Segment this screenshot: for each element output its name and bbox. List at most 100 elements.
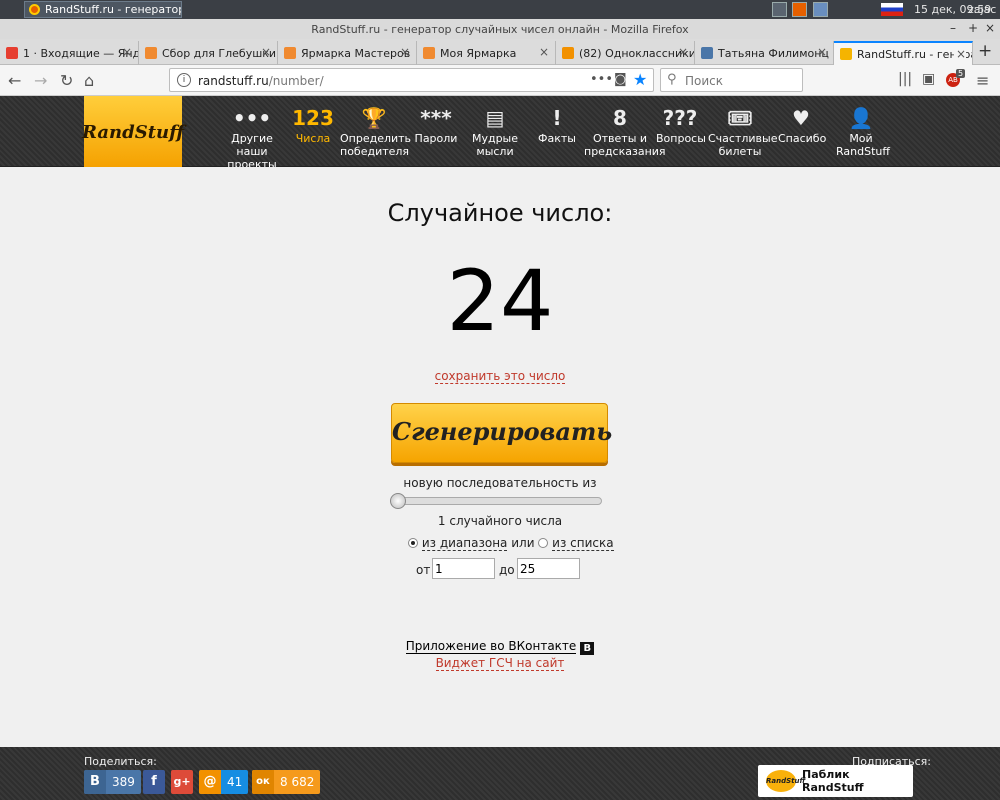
tab-odnoklassniki[interactable]: (82) Одноклассники × bbox=[556, 41, 695, 65]
vk-favicon-icon bbox=[701, 47, 713, 59]
tab-close-icon[interactable]: × bbox=[537, 45, 549, 59]
new-tab-icon[interactable]: + bbox=[978, 41, 992, 61]
menu-lucky-tickets[interactable]: 🎟 Счастливые билеты bbox=[708, 96, 778, 167]
window-title: RandStuff.ru - генератор случайных чисел… bbox=[311, 23, 689, 36]
tab-randstuff[interactable]: RandStuff.ru - генера × bbox=[834, 41, 973, 65]
share-count: 41 bbox=[227, 775, 243, 789]
menu-label: Ответы и предсказания bbox=[584, 132, 666, 158]
tab-label: Моя Ярмарка bbox=[440, 46, 517, 60]
file-manager-icon[interactable] bbox=[813, 2, 828, 17]
menu-questions[interactable]: ??? Вопросы bbox=[656, 96, 706, 167]
menu-answers-predictions[interactable]: 8 Ответы и предсказания bbox=[584, 96, 666, 167]
tab-vk[interactable]: Татьяна Филимонц × bbox=[695, 41, 834, 65]
forward-arrow-icon[interactable]: → bbox=[34, 71, 47, 90]
url-bar[interactable]: i randstuff.ru/number/ ••• ◙ ★ bbox=[169, 68, 654, 92]
randstuff-logo[interactable]: RandStuff bbox=[82, 96, 184, 168]
menu-label: Числа bbox=[295, 132, 331, 145]
calculator-icon[interactable] bbox=[772, 2, 787, 17]
share-google-plus-button[interactable]: g+ bbox=[171, 770, 193, 794]
minimize-icon[interactable]: – bbox=[950, 21, 956, 35]
menu-other-projects[interactable]: ••• Другие наши проекты bbox=[218, 96, 286, 171]
tab-close-icon[interactable]: × bbox=[398, 45, 410, 59]
google-plus-icon: g+ bbox=[173, 775, 191, 788]
share-count: 8 682 bbox=[280, 775, 315, 789]
firefox-launcher-icon[interactable] bbox=[792, 2, 807, 17]
count-slider[interactable] bbox=[390, 493, 602, 509]
hamburger-menu-icon[interactable]: ≡ bbox=[976, 71, 989, 90]
menu-label: Вопросы bbox=[656, 132, 706, 145]
maximize-icon[interactable]: + bbox=[968, 21, 978, 35]
library-icon[interactable]: ||| bbox=[898, 71, 912, 87]
home-icon[interactable]: ⌂ bbox=[84, 71, 94, 90]
browser-tab-bar: 1 · Входящие — Янд × Сбор для Глебушки ×… bbox=[0, 39, 1000, 65]
main-content: Случайное число: 24 сохранить это число … bbox=[0, 167, 1000, 747]
save-number-link[interactable]: сохранить это число bbox=[434, 369, 566, 384]
search-box[interactable]: ⚲ Поиск bbox=[660, 68, 803, 92]
page-title: Случайное число: bbox=[387, 199, 613, 227]
back-arrow-icon[interactable]: ← bbox=[8, 71, 21, 90]
tab-label: Ярмарка Мастеров bbox=[301, 46, 411, 60]
randstuff-badge-logo: RandStuff bbox=[766, 770, 805, 792]
vk-app-link[interactable]: Приложение во ВКонтакте bbox=[405, 639, 577, 654]
page-actions-icon[interactable]: ••• bbox=[590, 72, 613, 87]
tab-close-icon[interactable]: × bbox=[120, 45, 132, 59]
share-mailru-button[interactable]: @ 41 bbox=[199, 770, 249, 794]
mail-favicon-icon bbox=[6, 47, 18, 59]
keyboard-layout-flag-icon[interactable] bbox=[881, 3, 903, 16]
bookmark-star-icon[interactable]: ★ bbox=[633, 70, 647, 89]
url-domain: randstuff.ru bbox=[198, 74, 269, 88]
menu-facts[interactable]: ! Факты bbox=[534, 96, 580, 167]
public-randstuff-button[interactable]: RandStuff Паблик RandStuff bbox=[758, 765, 913, 797]
menu-wise-thoughts[interactable]: ▤ Мудрые мысли bbox=[470, 96, 520, 167]
menu-numbers[interactable]: 123 Числа bbox=[292, 96, 334, 167]
search-placeholder: Поиск bbox=[685, 74, 724, 88]
url-text[interactable]: randstuff.ru/number/ bbox=[198, 74, 324, 88]
taskbar-window-title: RandStuff.ru - генератор сл... bbox=[45, 3, 182, 16]
share-facebook-button[interactable]: f bbox=[143, 770, 165, 794]
menu-label: Пароли bbox=[414, 132, 458, 145]
tab-close-icon[interactable]: × bbox=[953, 47, 966, 61]
share-count: 389 bbox=[112, 775, 135, 789]
radio-list-label[interactable]: из списка bbox=[552, 536, 614, 551]
radio-or-text: или bbox=[511, 536, 535, 550]
radio-list[interactable] bbox=[538, 538, 549, 548]
menu-label: Счастливые билеты bbox=[708, 132, 778, 158]
odnoklassniki-favicon-icon bbox=[562, 47, 574, 59]
tab-masters-fair[interactable]: Ярмарка Мастеров × bbox=[278, 41, 417, 65]
reload-icon[interactable]: ↻ bbox=[60, 71, 73, 90]
password-icon: *** bbox=[420, 106, 452, 130]
menu-my-randstuff[interactable]: 👤 Мой RandStuff bbox=[836, 96, 890, 167]
share-odnoklassniki-button[interactable]: ок 8 682 bbox=[252, 770, 321, 794]
widget-link[interactable]: Виджет ГСЧ на сайт bbox=[435, 656, 565, 671]
site-info-icon[interactable]: i bbox=[177, 73, 191, 87]
share-vk-button[interactable]: В 389 bbox=[84, 770, 141, 794]
tab-close-icon[interactable]: × bbox=[676, 45, 688, 59]
browser-navbar: ← → ↻ ⌂ i randstuff.ru/number/ ••• ◙ ★ ⚲… bbox=[0, 65, 1000, 96]
system-taskbar: RandStuff.ru - генератор сл... 15 дек, 0… bbox=[0, 0, 1000, 19]
radio-range[interactable] bbox=[408, 538, 418, 548]
taskbar-firefox-window[interactable]: RandStuff.ru - генератор сл... bbox=[24, 1, 182, 18]
tab-mail[interactable]: 1 · Входящие — Янд × bbox=[0, 41, 139, 65]
vk-app-link-wrap: Приложение во ВКонтакте В bbox=[0, 639, 1000, 655]
tab-close-icon[interactable]: × bbox=[259, 45, 271, 59]
to-input[interactable] bbox=[517, 558, 580, 579]
tab-my-fair[interactable]: Моя Ярмарка × bbox=[417, 41, 556, 65]
from-input[interactable] bbox=[432, 558, 495, 579]
pocket-icon[interactable]: ◙ bbox=[614, 72, 627, 87]
randstuff-favicon-icon bbox=[840, 48, 852, 60]
tab-close-icon[interactable]: × bbox=[815, 45, 827, 59]
generate-button[interactable]: Сгенерировать bbox=[391, 403, 612, 463]
sidebar-icon[interactable]: ▣ bbox=[922, 71, 935, 87]
slider-knob[interactable] bbox=[390, 493, 406, 509]
menu-pick-winner[interactable]: 🏆 Определить победителя bbox=[340, 96, 411, 167]
menu-thanks[interactable]: ♥ Спасибо bbox=[778, 96, 826, 167]
site-header: RandStuff ••• Другие наши проекты 123 Чи… bbox=[0, 96, 1000, 171]
vk-icon: В bbox=[580, 642, 595, 655]
ellipsis-icon: ••• bbox=[232, 106, 272, 130]
system-user[interactable]: zajac bbox=[968, 3, 996, 16]
menu-passwords[interactable]: *** Пароли bbox=[412, 96, 460, 167]
radio-range-label[interactable]: из диапазона bbox=[421, 536, 508, 551]
source-radio-group: из диапазона или из списка bbox=[408, 536, 614, 551]
tab-gleb-fundraiser[interactable]: Сбор для Глебушки × bbox=[139, 41, 278, 65]
close-window-icon[interactable]: × bbox=[985, 21, 995, 35]
